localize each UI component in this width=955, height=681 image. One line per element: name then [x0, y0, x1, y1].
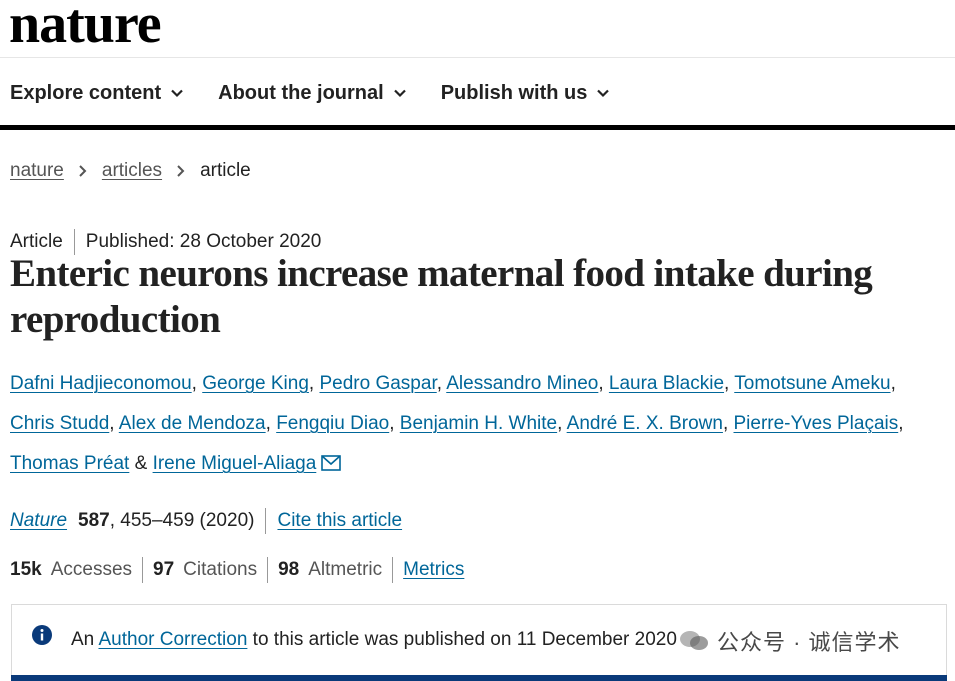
- author-list: Dafni Hadjieconomou, George King, Pedro …: [10, 364, 945, 486]
- nav-label: Publish with us: [440, 81, 588, 104]
- breadcrumb-nature[interactable]: nature: [10, 160, 64, 182]
- author-link[interactable]: Laura Blackie: [609, 373, 724, 394]
- cite-divider: [265, 508, 267, 534]
- author-link[interactable]: Pedro Gaspar: [319, 373, 436, 394]
- author-correction-link[interactable]: Author Correction: [98, 629, 247, 650]
- notice-suffix: to this article was published on 11 Dece…: [252, 629, 677, 650]
- breadcrumb-current: article: [200, 160, 251, 181]
- author-link[interactable]: Pierre-Yves Plaçais: [734, 413, 899, 434]
- author-link[interactable]: George King: [202, 373, 309, 394]
- article-type: Article: [10, 231, 63, 252]
- article-title: Enteric neurons increase maternal food i…: [10, 252, 873, 341]
- author-link[interactable]: André E. X. Brown: [567, 413, 723, 434]
- nav-label: Explore content: [10, 81, 162, 104]
- author-link[interactable]: Dafni Hadjieconomou: [10, 373, 192, 394]
- wechat-icon: [679, 629, 709, 653]
- author-joiner: &: [134, 453, 148, 474]
- nav-label: About the journal: [218, 81, 384, 104]
- header-divider: [0, 57, 955, 58]
- author-link[interactable]: Alessandro Mineo: [446, 373, 598, 394]
- notice-accent-bar: [11, 675, 947, 681]
- published-date: Published: 28 October 2020: [85, 231, 322, 252]
- nature-logo[interactable]: nature: [9, 0, 162, 56]
- watermark: 公众号 · 诚信学术: [679, 625, 901, 657]
- chevron-down-icon: [393, 86, 407, 100]
- pages-year: , 455–459 (2020): [109, 510, 255, 531]
- citation-line: Nature 587 , 455–459 (2020) Cite this ar…: [10, 508, 402, 534]
- volume: 587: [78, 510, 110, 531]
- author-link[interactable]: Tomotsune Ameku: [734, 373, 890, 394]
- notice-prefix: An: [71, 629, 95, 650]
- accesses-label: Accesses: [50, 559, 133, 580]
- author-link[interactable]: Thomas Préat: [10, 453, 129, 474]
- notice-text: An Author Correction to this article was…: [71, 629, 677, 651]
- altmetric-score: 98: [278, 559, 300, 580]
- author-link[interactable]: Alex de Mendoza: [119, 413, 266, 434]
- main-nav: Explore content About the journal Publis…: [10, 79, 644, 107]
- citations-label: Citations: [183, 559, 258, 580]
- metrics-divider: [142, 557, 144, 583]
- chevron-down-icon: [596, 86, 610, 100]
- journal-link[interactable]: Nature: [10, 510, 67, 532]
- altmetric-label: Altmetric: [308, 559, 383, 580]
- cite-this-article-link[interactable]: Cite this article: [277, 510, 402, 532]
- nav-divider: [0, 125, 955, 130]
- author-link[interactable]: Fengqiu Diao: [276, 413, 389, 434]
- metrics-divider: [392, 557, 394, 583]
- metrics-link[interactable]: Metrics: [403, 559, 464, 581]
- watermark-text: 公众号 · 诚信学术: [717, 630, 901, 655]
- chevron-right-icon: [176, 164, 186, 178]
- info-icon: [32, 625, 52, 645]
- metrics-divider: [267, 557, 269, 583]
- nav-publish-with-us[interactable]: Publish with us: [441, 79, 611, 107]
- chevron-right-icon: [78, 164, 88, 178]
- breadcrumb: nature articles article: [10, 160, 251, 182]
- breadcrumb-articles[interactable]: articles: [102, 160, 162, 182]
- nav-explore-content[interactable]: Explore content: [10, 79, 184, 107]
- chevron-down-icon: [170, 86, 184, 100]
- email-icon[interactable]: [321, 446, 342, 486]
- author-link[interactable]: Chris Studd: [10, 413, 109, 434]
- accesses-count: 15k: [10, 559, 42, 580]
- author-link[interactable]: Irene Miguel-Aliaga: [153, 453, 317, 474]
- citations-count: 97: [153, 559, 175, 580]
- author-link[interactable]: Benjamin H. White: [400, 413, 557, 434]
- nav-about-journal[interactable]: About the journal: [218, 79, 407, 107]
- metrics-bar: 15k Accesses 97 Citations 98 Altmetric M…: [10, 557, 464, 583]
